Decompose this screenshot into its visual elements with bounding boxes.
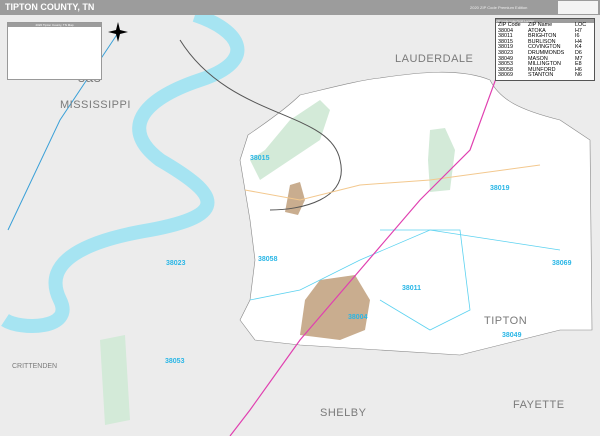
zip-label-38053: 38053 — [165, 358, 185, 365]
region-label-tipton: TIPTON — [484, 315, 527, 327]
zip-code: 38069 — [498, 72, 513, 79]
zip-label-38023: 38023 — [166, 260, 186, 267]
park-area-south — [100, 335, 130, 425]
table-row: 38069 STANTON N6 — [496, 73, 594, 79]
zip-label-38019: 38019 — [490, 185, 510, 192]
grid-loc: N6 — [575, 72, 582, 79]
zip-label-38069: 38069 — [552, 260, 572, 267]
zip-name: STANTON — [528, 72, 554, 79]
zip-label-38011: 38011 — [402, 285, 421, 292]
title-bar: TIPTON COUNTY, TN 2020 ZIP Code Premium … — [0, 0, 600, 15]
map-title: TIPTON COUNTY, TN — [5, 2, 95, 12]
region-label-fayette: FAYETTE — [513, 399, 565, 411]
zip-label-38015: 38015 — [250, 155, 270, 162]
map-subtitle: 2020 ZIP Code Premium Edition — [470, 5, 528, 10]
zip-label-38004: 38004 — [348, 314, 368, 321]
map-legend: 2020 Tipton County, TN Map — [7, 22, 102, 80]
legend-title: 2020 Tipton County, TN Map — [8, 23, 101, 27]
region-label-mississippi: MISSISSIPPI — [60, 99, 131, 111]
region-label-lauderdale: LAUDERDALE — [395, 53, 473, 65]
publisher-logo — [558, 1, 598, 14]
region-label-crittenden: CRITTENDEN — [12, 363, 57, 370]
region-label-shelby: SHELBY — [320, 407, 367, 419]
zip-label-38049: 38049 — [502, 332, 522, 339]
zip-label-38058: 38058 — [258, 256, 278, 263]
zip-code-index-table: ZIP Code Index/Grid Locator ZIP Code ZIP… — [495, 18, 595, 81]
